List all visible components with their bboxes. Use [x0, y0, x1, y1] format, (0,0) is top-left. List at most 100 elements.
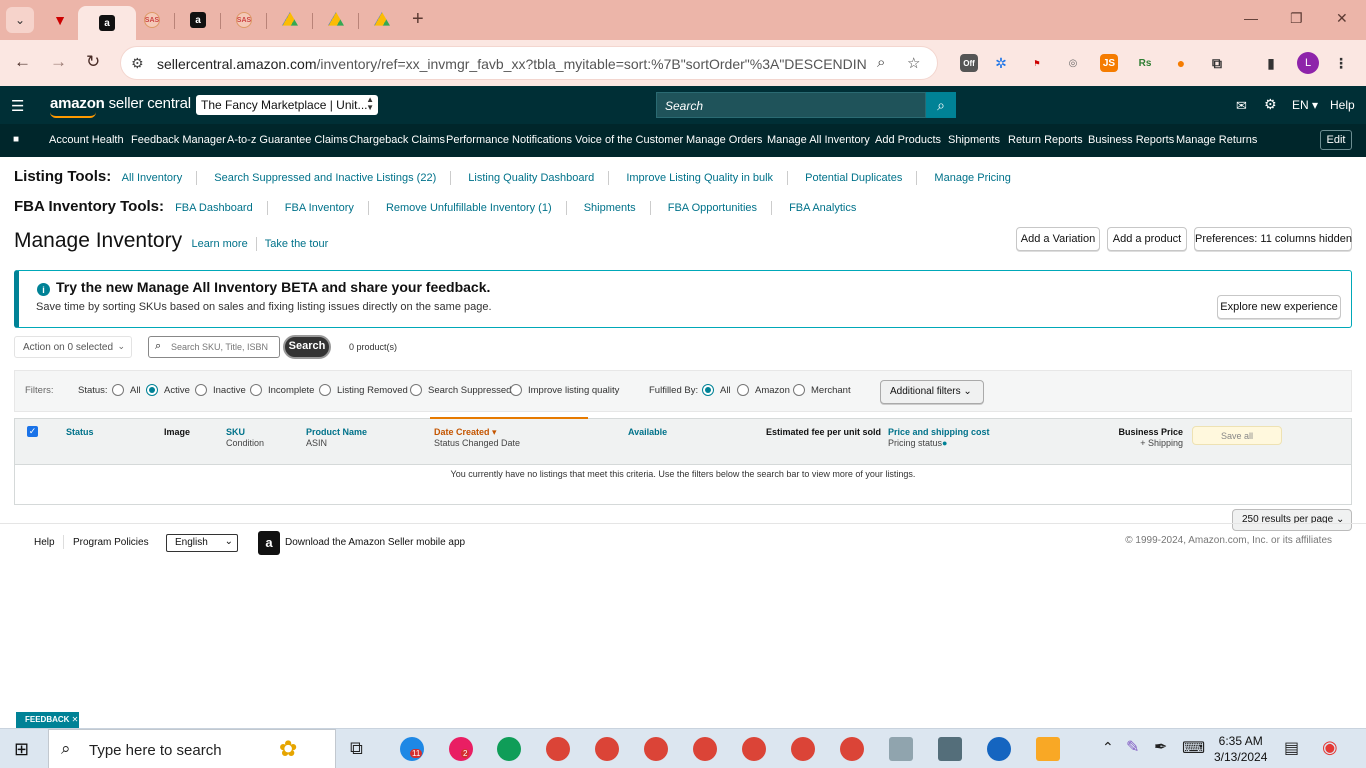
nav-item-manage-returns[interactable]: Manage Returns — [1176, 134, 1257, 146]
add-product-button[interactable]: Add a product — [1107, 227, 1187, 251]
zoom-icon[interactable]: ⌕ — [877, 54, 885, 71]
chrome-icon[interactable] — [546, 737, 570, 761]
reload-icon[interactable]: ↻ — [86, 52, 100, 72]
status-radio-listing-removed[interactable] — [319, 384, 331, 396]
side-panel-icon[interactable]: ▮ — [1262, 54, 1280, 72]
learn-more-link[interactable]: Learn more — [191, 238, 247, 250]
link-fba-inventory[interactable]: FBA Inventory — [285, 202, 354, 214]
edge-icon[interactable] — [497, 737, 521, 761]
new-tab-button[interactable]: + — [412, 8, 424, 31]
forward-arrow-icon[interactable]: → — [50, 52, 67, 72]
feedback-tab[interactable]: FEEDBACK ✕ — [16, 712, 79, 728]
chrome-icon[interactable] — [791, 737, 815, 761]
browser-menu-icon[interactable]: ⋮ — [1332, 54, 1350, 72]
calculator-icon[interactable] — [938, 737, 962, 761]
slack-icon[interactable]: 2 — [449, 737, 473, 761]
gear-icon[interactable]: ⚙ — [1264, 96, 1277, 113]
nav-item-a-to-z-claims[interactable]: A-to-z Guarantee Claims — [227, 134, 348, 146]
hamburger-menu-icon[interactable]: ☰ — [11, 97, 24, 115]
chrome-icon[interactable] — [693, 737, 717, 761]
extension-off-icon[interactable]: Off — [960, 54, 978, 72]
sku-search-input[interactable]: ⌕ Search SKU, Title, ISBN — [148, 336, 280, 358]
link-potential-duplicates[interactable]: Potential Duplicates — [805, 172, 902, 184]
nav-item-add-products[interactable]: Add Products — [875, 134, 941, 146]
footer-help-link[interactable]: Help — [34, 537, 55, 548]
col-date-created[interactable]: Date Created ▾ Status Changed Date — [434, 427, 520, 449]
site-settings-icon[interactable]: ⚙ — [131, 55, 144, 72]
add-variation-button[interactable]: Add a Variation — [1016, 227, 1100, 251]
link-fba-shipments[interactable]: Shipments — [584, 202, 636, 214]
chrome-icon[interactable] — [644, 737, 668, 761]
chrome-icon[interactable] — [742, 737, 766, 761]
nav-item-feedback-manager[interactable]: Feedback Manager — [131, 134, 226, 146]
nav-item-manage-all-inventory[interactable]: Manage All Inventory — [767, 134, 870, 146]
nav-item-shipments[interactable]: Shipments — [948, 134, 1000, 146]
col-status[interactable]: Status — [66, 427, 94, 438]
chrome-icon[interactable] — [595, 737, 619, 761]
extension-icon[interactable]: ◎ — [1064, 54, 1082, 72]
notes-icon[interactable] — [889, 737, 913, 761]
browser-tab[interactable]: SAS — [224, 6, 267, 34]
extension-icon[interactable]: ✲ — [992, 54, 1010, 72]
fulfilled-radio-all[interactable] — [702, 384, 714, 396]
file-explorer-icon[interactable] — [1036, 737, 1060, 761]
nav-item-manage-orders[interactable]: Manage Orders — [686, 134, 762, 146]
link-manage-pricing[interactable]: Manage Pricing — [934, 172, 1010, 184]
extension-rs-icon[interactable]: Rs — [1136, 54, 1154, 72]
col-available[interactable]: Available — [628, 427, 667, 438]
status-radio-improve-quality[interactable] — [510, 384, 522, 396]
browser-tab[interactable]: ▼ — [40, 6, 83, 34]
program-policies-link[interactable]: Program Policies — [73, 537, 149, 548]
status-radio-inactive[interactable] — [195, 384, 207, 396]
seller-search-input[interactable]: Search — [656, 92, 926, 118]
taskbar-clock[interactable]: 6:35 AM 3/13/2024 — [1214, 733, 1267, 765]
nav-item-business-reports[interactable]: Business Reports — [1088, 134, 1174, 146]
browser-tab[interactable] — [362, 6, 402, 34]
nav-item-voice-of-customer[interactable]: Voice of the Customer — [575, 134, 683, 146]
status-radio-search-suppressed[interactable] — [410, 384, 422, 396]
browser-tab[interactable] — [270, 6, 313, 34]
language-selector[interactable]: EN ▾ — [1292, 98, 1318, 112]
extension-icon[interactable]: ● — [1172, 54, 1190, 72]
windows-start-icon[interactable]: ⊞ — [14, 739, 29, 760]
keyboard-icon[interactable]: ⌨ — [1182, 738, 1205, 758]
link-fba-dashboard[interactable]: FBA Dashboard — [175, 202, 253, 214]
browser-tab[interactable]: SAS — [132, 6, 175, 34]
status-radio-incomplete[interactable] — [250, 384, 262, 396]
nav-item-chargeback-claims[interactable]: Chargeback Claims — [349, 134, 445, 146]
search-icon[interactable]: ⌕ — [926, 92, 956, 118]
extension-js-icon[interactable]: JS — [1100, 54, 1118, 72]
taskbar-search-input[interactable]: ⌕ Type here to search ✿ — [48, 729, 336, 768]
task-view-icon[interactable]: ⧉ — [350, 738, 363, 759]
extensions-puzzle-icon[interactable]: ⧉ — [1208, 54, 1226, 72]
download-app-link[interactable]: Download the Amazon Seller mobile app — [285, 537, 465, 548]
profile-avatar[interactable]: L — [1297, 52, 1319, 74]
seller-central-logo[interactable]: amazon seller central — [50, 95, 191, 118]
browser-tab[interactable]: a — [178, 6, 221, 34]
status-radio-active[interactable] — [146, 384, 158, 396]
browser-tab[interactable] — [316, 6, 359, 34]
link-improve-listing-quality[interactable]: Improve Listing Quality in bulk — [626, 172, 773, 184]
link-listing-quality-dashboard[interactable]: Listing Quality Dashboard — [468, 172, 594, 184]
select-all-checkbox[interactable]: ✓ — [27, 426, 38, 437]
link-fba-opportunities[interactable]: FBA Opportunities — [668, 202, 757, 214]
col-product-name[interactable]: Product Name ASIN — [306, 427, 367, 449]
save-all-button[interactable]: Save all — [1192, 426, 1282, 445]
status-radio-all[interactable] — [112, 384, 124, 396]
link-fba-analytics[interactable]: FBA Analytics — [789, 202, 856, 214]
col-price-shipping[interactable]: Price and shipping cost Pricing status● — [888, 427, 990, 449]
address-bar[interactable]: ⚙ sellercentral.amazon.com/inventory/ref… — [120, 46, 938, 80]
link-remove-unfulfillable[interactable]: Remove Unfulfillable Inventory (1) — [386, 202, 552, 214]
zoom-app-icon[interactable] — [987, 737, 1011, 761]
taskbar-app-icon[interactable]: 11 — [400, 737, 424, 761]
nav-item-performance-notifications[interactable]: Performance Notifications — [446, 134, 572, 146]
help-link[interactable]: Help — [1330, 98, 1355, 112]
back-arrow-icon[interactable]: ← — [14, 52, 31, 72]
take-tour-link[interactable]: Take the tour — [265, 238, 329, 250]
explore-new-experience-button[interactable]: Explore new experience — [1217, 295, 1341, 319]
copilot-icon[interactable]: ◉ — [1322, 737, 1338, 758]
results-per-page-select[interactable]: 250 results per page ⌄ — [1232, 509, 1352, 531]
tab-search-dropdown-icon[interactable]: ⌄ — [6, 7, 34, 33]
col-sku[interactable]: SKU Condition — [226, 427, 264, 449]
bulk-action-dropdown[interactable]: Action on 0 selected ⌄ — [14, 336, 132, 358]
